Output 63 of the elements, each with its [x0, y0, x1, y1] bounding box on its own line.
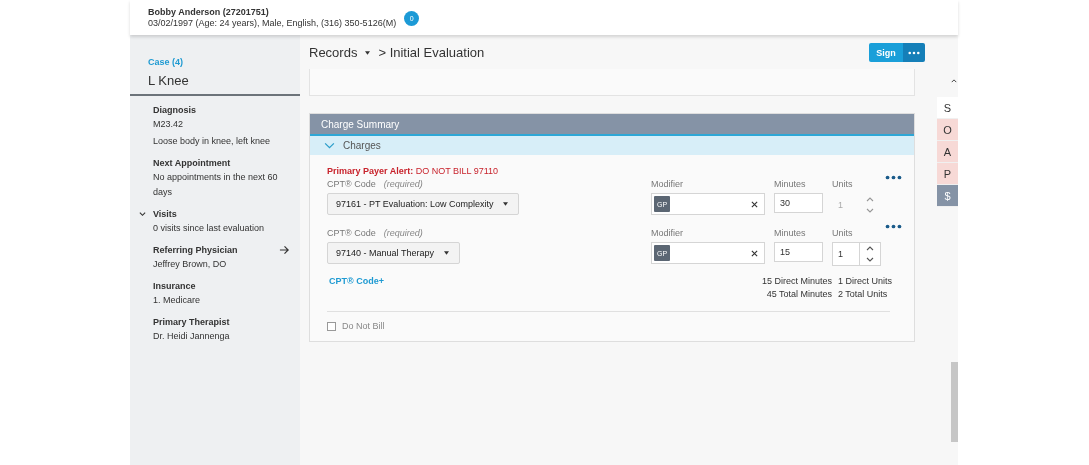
section-title: Primary Therapist	[153, 317, 230, 327]
chevron-down-icon[interactable]	[139, 211, 146, 217]
down-icon[interactable]	[866, 257, 874, 262]
section-text: Loose body in knee, left knee	[153, 135, 272, 148]
field-label: Modifier	[651, 179, 684, 189]
soap-tab[interactable]: S	[937, 97, 958, 119]
total-text: 2 Total Units	[838, 289, 889, 299]
field-label: Units	[832, 228, 854, 238]
section-text: 0 visits since last evaluation	[153, 222, 266, 235]
more-button[interactable]	[903, 43, 925, 62]
charge-summary-header: Charge Summary	[310, 114, 914, 134]
section-title: Diagnosis	[153, 105, 196, 115]
caret-icon[interactable]	[365, 50, 371, 55]
more-icon[interactable]	[885, 224, 902, 229]
breadcrumb-link[interactable]: Records	[309, 45, 358, 60]
close-icon[interactable]	[751, 249, 758, 257]
scroll-up-icon[interactable]	[951, 79, 957, 83]
arrow-right-icon[interactable]	[279, 245, 290, 255]
total-text: 15 Direct Minutes	[760, 276, 832, 286]
field-label: CPT® Code	[327, 228, 376, 238]
caret-icon	[503, 202, 509, 206]
more-icon	[908, 50, 920, 55]
charges-toggle[interactable]: Charges	[310, 134, 914, 155]
units-stepper[interactable]: 1	[832, 242, 881, 266]
section-title: Insurance	[153, 281, 196, 291]
required-label: (required)	[383, 228, 423, 238]
close-icon[interactable]	[751, 200, 758, 208]
section-title: Referring Physician	[153, 245, 238, 255]
patient-details: 03/02/1997 (Age: 24 years), Male, English, (316) 350-5126(M)	[148, 17, 397, 29]
case-name: L Knee	[148, 73, 190, 88]
section-text: Jeffrey Brown, DO	[153, 258, 228, 271]
code-dropdown[interactable]: 97161 - PT Evaluation: Low Complexity	[327, 193, 520, 215]
breadcrumb-current: > Initial Evaluation	[378, 45, 485, 60]
section-title: Visits	[153, 209, 177, 219]
field-label: Units	[832, 179, 854, 189]
field-label: Minutes	[774, 228, 807, 238]
minutes-field[interactable]: 30	[774, 193, 823, 213]
required-label: (required)	[383, 179, 423, 189]
section-text: 1. Medicare	[153, 294, 202, 307]
total-text: 1 Direct Units	[838, 276, 893, 286]
section-title: Next Appointment	[153, 158, 231, 168]
caret-icon	[443, 251, 449, 255]
more-icon[interactable]	[885, 175, 902, 180]
payer-alert-text: Primary Payer Alert: DO NOT BILL 97110	[327, 166, 500, 176]
section-text: M23.42	[153, 118, 185, 131]
up-icon[interactable]	[866, 246, 874, 251]
field-label: Minutes	[774, 179, 807, 189]
code-dropdown[interactable]: 97140 - Manual Therapy	[327, 242, 460, 264]
section-text: Dr. Heidi Jannenga	[153, 330, 231, 343]
soap-tab[interactable]: A	[937, 141, 958, 163]
chevron-icon	[324, 142, 335, 149]
checkbox[interactable]	[327, 321, 336, 331]
soap-tab[interactable]: O	[937, 119, 958, 141]
soap-tab[interactable]: P	[937, 163, 958, 185]
field-label: Modifier	[651, 228, 684, 238]
minutes-field[interactable]: 15	[774, 242, 823, 262]
total-text: 45 Total Minutes	[765, 289, 832, 299]
patient-name: Bobby Anderson (27201751)	[148, 6, 270, 18]
charges-label: Charges	[343, 140, 381, 151]
scrollbar-thumb[interactable]	[951, 362, 958, 442]
checkbox-label: Do Not Bill	[342, 321, 385, 331]
field-label: CPT® Code	[327, 179, 376, 189]
section-text: No appointments in the next 60 days	[153, 171, 278, 199]
